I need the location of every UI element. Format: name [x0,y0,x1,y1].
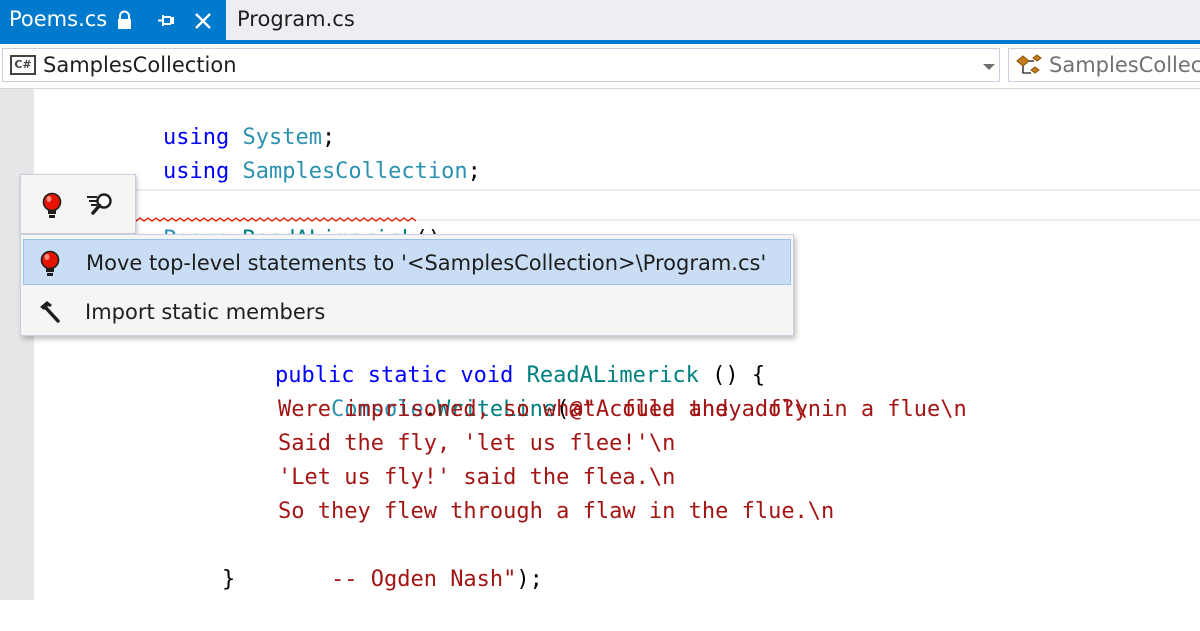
type-dropdown-label: SamplesCollection [1049,53,1200,77]
menu-item-label: Import static members [85,300,326,324]
class-icon [1016,54,1042,74]
code-line-poem-2[interactable]: Said the fly, 'let us flee!'\n [278,427,675,461]
type-dropdown[interactable]: SamplesCollection [1008,48,1200,82]
punctuation: ); [516,567,543,592]
lightbulb-error-icon [40,250,60,276]
project-dropdown-label: SamplesCollection [43,53,237,77]
hammer-icon [40,301,60,323]
code-line-using-system[interactable]: using System; [110,87,335,150]
csharp-file-icon: C# [10,55,36,75]
lightbulb-button-bar [20,174,136,234]
tab-poems-cs[interactable]: Poems.cs [0,0,226,40]
code-line-poem-3[interactable]: 'Let us fly!' said the flea.\n [278,461,675,495]
code-line-writeline[interactable]: Console.WriteLine(@"A flea and a fly in … [278,359,967,422]
navigation-bar: C# SamplesCollection SamplesCollection [0,44,1200,89]
tab-label: Program.cs [237,7,355,31]
code-line-poem-1[interactable]: Were imprisoned, so what could they do?\… [278,393,821,427]
keyword: using [162,159,230,184]
code-line-poem-4[interactable]: So they flew through a flaw in the flue.… [278,495,834,529]
quick-actions-menu: Move top-level statements to '<SamplesCo… [20,234,794,336]
error-squiggle [120,217,416,222]
pin-icon[interactable] [157,12,175,29]
lock-icon [118,10,131,29]
close-icon[interactable] [193,11,213,31]
namespace-name: SamplesCollection [242,159,468,184]
editor-gutter [0,89,34,600]
tab-program-cs[interactable]: Program.cs [226,0,386,40]
tab-label: Poems.cs [9,7,108,31]
preview-changes-icon[interactable] [85,191,117,219]
menu-item-move-top-level-statements[interactable]: Move top-level statements to '<SamplesCo… [23,239,791,285]
code-editor[interactable]: using System; using SamplesCollection; P… [0,89,1200,600]
code-line-poem-5[interactable]: -- Ogden Nash"); [278,529,543,592]
chevron-down-icon[interactable] [983,64,995,70]
menu-item-import-static-members[interactable]: Import static members [23,289,791,335]
punctuation: ; [467,159,481,184]
code-line-closing-brace[interactable]: } [222,563,235,597]
code-line-using-samples[interactable]: using SamplesCollection; [110,121,481,184]
menu-item-label: Move top-level statements to '<SamplesCo… [86,251,767,275]
project-dropdown[interactable]: C# SamplesCollection [2,48,1000,82]
document-tab-strip: Poems.cs Program.cs [0,0,1200,40]
lightbulb-error-icon[interactable] [41,192,63,220]
string-literal: -- Ogden Nash" [330,567,517,592]
